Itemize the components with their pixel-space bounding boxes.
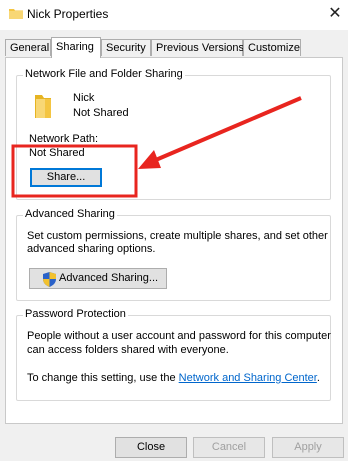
sharing-panel: Network File and Folder Sharing Nick Not… — [5, 57, 343, 424]
password-protection-group: Password Protection People without a use… — [16, 308, 331, 401]
share-button[interactable]: Share... — [30, 168, 102, 187]
close-icon[interactable]: ✕ — [325, 4, 345, 24]
cancel-button[interactable]: Cancel — [193, 437, 265, 458]
advanced-sharing-button-label: Advanced Sharing... — [59, 272, 159, 284]
network-path-label: Network Path: — [29, 133, 99, 145]
network-path-value: Not Shared — [29, 147, 85, 159]
network-sharing-group: Network File and Folder Sharing Nick Not… — [16, 68, 331, 200]
title-bar: Nick Properties ✕ — [0, 0, 348, 30]
folder-name: Nick — [73, 92, 95, 104]
advanced-sharing-button[interactable]: Advanced Sharing... — [29, 268, 167, 289]
tab-sharing[interactable]: Sharing — [51, 37, 101, 58]
close-button[interactable]: Close — [115, 437, 187, 458]
advanced-sharing-description: Set custom permissions, create multiple … — [27, 230, 328, 242]
change-prefix: To change this setting, use the — [27, 372, 176, 384]
tab-previous-versions[interactable]: Previous Versions — [151, 39, 244, 56]
group-title: Network File and Folder Sharing — [23, 68, 185, 80]
group-title: Password Protection — [23, 308, 128, 320]
folder-icon — [35, 95, 51, 118]
advanced-sharing-description-2: advanced sharing options. — [27, 243, 156, 255]
password-description: People without a user account and passwo… — [27, 330, 331, 342]
apply-button[interactable]: Apply — [272, 437, 344, 458]
tab-customize[interactable]: Customize — [243, 39, 301, 56]
password-description-2: can access folders shared with everyone. — [27, 344, 229, 356]
tab-security[interactable]: Security — [101, 39, 151, 56]
group-title: Advanced Sharing — [23, 208, 117, 220]
tab-general[interactable]: General — [5, 39, 51, 56]
advanced-sharing-group: Advanced Sharing Set custom permissions,… — [16, 208, 331, 301]
window-title: Nick Properties — [27, 7, 109, 21]
share-status: Not Shared — [73, 107, 129, 119]
network-sharing-center-link[interactable]: Network and Sharing Center — [179, 372, 317, 384]
change-suffix: . — [316, 372, 320, 384]
folder-icon — [9, 9, 23, 19]
change-setting-text: To change this setting, use the Network … — [27, 372, 320, 384]
shield-icon — [43, 272, 56, 287]
